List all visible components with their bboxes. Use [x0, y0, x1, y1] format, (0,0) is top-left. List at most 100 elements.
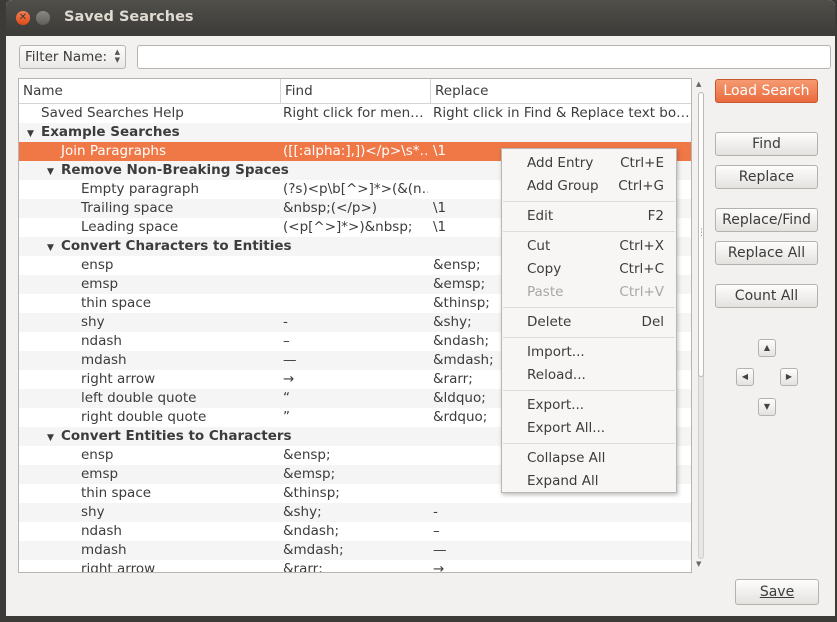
find-cell: —	[283, 352, 297, 368]
menu-item-edit[interactable]: Edit F2	[502, 205, 676, 228]
find-button[interactable]: Find	[715, 132, 818, 156]
row-name: emsp	[81, 276, 119, 292]
tree-scrollbar[interactable]: ▲ ▼	[695, 78, 707, 573]
pane-grip-icon[interactable]: ⋮	[697, 228, 706, 238]
menu-item-shortcut: Ctrl+X	[619, 238, 664, 254]
load-search-button[interactable]: Load Search	[715, 79, 818, 103]
menu-item-shortcut: Ctrl+G	[618, 178, 664, 194]
menu-item-label: Import...	[527, 344, 585, 360]
scroll-down-icon[interactable]: ▼	[696, 560, 701, 568]
menu-item-shortcut: Ctrl+V	[619, 284, 664, 300]
row-name: Saved Searches Help	[41, 105, 184, 121]
menu-item-expand-all[interactable]: Expand All	[502, 470, 676, 493]
name-cell: thin space	[19, 294, 339, 313]
find-cell: ”	[283, 409, 290, 425]
find-cell: ([[:alpha:],])</p>\s*…	[283, 143, 428, 159]
row-name: Join Paragraphs	[61, 143, 167, 159]
arrow-down-icon[interactable]: ▼	[758, 398, 776, 416]
menu-item-label: Expand All	[527, 473, 599, 489]
menu-item-label: Add Entry	[527, 155, 594, 171]
menu-separator	[503, 443, 675, 444]
menu-item-delete[interactable]: Delete Del	[502, 311, 676, 334]
menu-item-export-all[interactable]: Export All...	[502, 417, 676, 440]
column-header-find[interactable]: Find	[281, 79, 431, 103]
find-cell: &ndash;	[283, 523, 340, 539]
find-cell: &nbsp;(</p>)	[283, 200, 378, 216]
replace-find-button[interactable]: Replace/Find	[715, 208, 818, 232]
tree-row[interactable]: Saved Searches Help Right click for men… R…	[19, 104, 691, 123]
menu-item-shortcut: Del	[641, 314, 664, 330]
save-button-label: Save	[759, 584, 795, 600]
menu-item-shortcut: F2	[647, 208, 664, 224]
row-name: mdash	[81, 352, 127, 368]
context-menu: Add Entry Ctrl+E Add Group Ctrl+G Edit F2 Cut C…	[501, 148, 677, 493]
name-cell: ensp	[19, 256, 339, 275]
row-name: shy	[81, 314, 105, 330]
menu-item-reload[interactable]: Reload...	[502, 364, 676, 387]
menu-separator	[503, 231, 675, 232]
tree-row[interactable]: right arrow &rarr; →	[19, 560, 691, 573]
replace-all-button[interactable]: Replace All	[715, 241, 818, 265]
menu-item-export[interactable]: Export...	[502, 394, 676, 417]
menu-item-label: Export...	[527, 397, 585, 413]
row-name: right double quote	[81, 409, 207, 425]
find-cell: &mdash;	[283, 542, 344, 558]
menu-item-paste[interactable]: Paste Ctrl+V	[502, 281, 676, 304]
menu-item-label: Copy	[527, 261, 562, 277]
menu-item-label: Collapse All	[527, 450, 606, 466]
close-icon[interactable]: ✕	[16, 11, 30, 25]
name-cell: ▼ Remove Non-Breaking Spaces	[19, 161, 305, 182]
replace-cell: Right click in Find & Replace text bo…	[433, 105, 690, 121]
maximize-icon[interactable]	[36, 11, 50, 25]
count-all-button[interactable]: Count All	[715, 284, 818, 308]
menu-item-copy[interactable]: Copy Ctrl+C	[502, 258, 676, 281]
tree-row[interactable]: mdash &mdash; —	[19, 541, 691, 560]
find-cell: &shy;	[283, 504, 322, 520]
row-name: ndash	[81, 333, 122, 349]
menu-item-add-group[interactable]: Add Group Ctrl+G	[502, 175, 676, 198]
tree-row[interactable]: shy &shy; -	[19, 503, 691, 522]
menu-item-shortcut: Ctrl+E	[620, 155, 664, 171]
replace-button[interactable]: Replace	[715, 165, 818, 189]
row-name: thin space	[81, 485, 152, 501]
arrow-right-icon[interactable]: ▶	[780, 368, 798, 386]
menu-item-label: Add Group	[527, 178, 599, 194]
name-cell: Saved Searches Help	[19, 104, 299, 123]
replace-cell: →	[433, 561, 445, 573]
filter-type-select[interactable]: Filter Name: ▲ ▼	[19, 45, 126, 69]
menu-item-label: Delete	[527, 314, 572, 330]
find-cell: &thinsp;	[283, 485, 340, 501]
row-name: Leading space	[81, 219, 179, 235]
menu-item-import[interactable]: Import...	[502, 341, 676, 364]
find-cell: -	[283, 314, 288, 330]
row-name: left double quote	[81, 390, 197, 406]
scroll-up-icon[interactable]: ▲	[696, 80, 701, 88]
row-name: Trailing space	[81, 200, 174, 216]
window-title: Saved Searches	[64, 9, 194, 25]
menu-item-cut[interactable]: Cut Ctrl+X	[502, 235, 676, 258]
filter-input[interactable]	[137, 45, 831, 69]
row-name: shy	[81, 504, 105, 520]
find-cell: –	[283, 333, 290, 349]
menu-item-add-entry[interactable]: Add Entry Ctrl+E	[502, 152, 676, 175]
row-name: emsp	[81, 466, 119, 482]
row-name: mdash	[81, 542, 127, 558]
find-cell: (?s)<p\b[^>]*>(&(n…	[283, 181, 428, 197]
title-bar[interactable]: ✕ Saved Searches	[6, 0, 835, 36]
tree-group-row[interactable]: ▼ Example Searches	[19, 123, 691, 142]
column-header-replace[interactable]: Replace	[431, 79, 691, 103]
name-cell: ▼ Convert Characters to Entities	[19, 237, 305, 258]
menu-item-label: Paste	[527, 284, 564, 300]
arrow-left-icon[interactable]: ◀	[736, 368, 754, 386]
replace-cell: –	[433, 523, 440, 539]
menu-item-collapse-all[interactable]: Collapse All	[502, 447, 676, 470]
row-name: Convert Characters to Entities	[61, 238, 292, 254]
menu-separator	[503, 307, 675, 308]
arrow-up-icon[interactable]: ▲	[758, 339, 776, 357]
column-header-name[interactable]: Name	[19, 79, 281, 103]
tree-row[interactable]: ndash &ndash; –	[19, 522, 691, 541]
save-button[interactable]: Save	[735, 579, 819, 605]
menu-item-label: Reload...	[527, 367, 586, 383]
menu-item-label: Export All...	[527, 420, 606, 436]
menu-separator	[503, 337, 675, 338]
